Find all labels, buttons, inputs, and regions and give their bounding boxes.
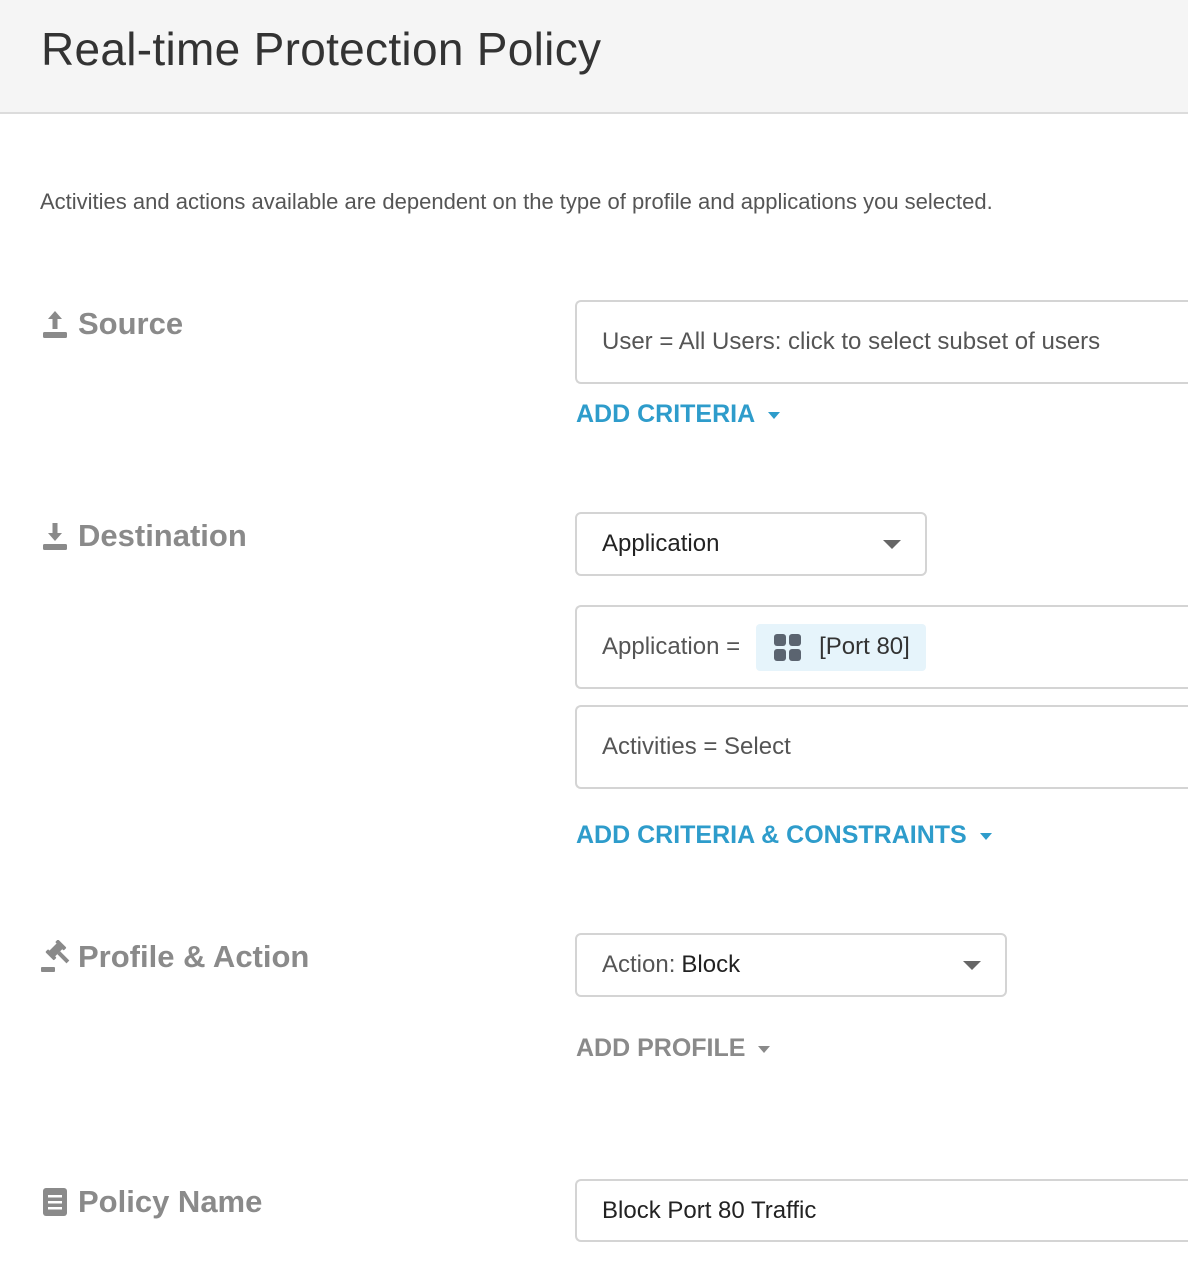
policy-name-input[interactable]: Block Port 80 Traffic [575,1179,1188,1242]
dropdown-caret-icon [963,961,981,970]
destination-type-select[interactable]: Application [575,512,927,576]
profile-action-label-text: Profile & Action [78,939,310,974]
source-add-criteria-text: ADD CRITERIA [576,400,756,428]
destination-add-criteria-link[interactable]: ADD CRITERIA & CONSTRAINTS [576,821,992,850]
chevron-down-icon [768,412,781,419]
destination-application-field[interactable]: Application = [Port 80] [575,605,1188,689]
application-label: Application = [602,633,741,660]
destination-label: Destination [40,518,247,554]
policy-name-value: Block Port 80 Traffic [602,1196,817,1224]
page-title: Real-time Protection Policy [41,23,602,75]
action-prefix: Action: [602,951,676,978]
source-user-text: User = All Users: click to select subset… [602,328,1101,355]
profile-action-label: Profile & Action [40,939,309,975]
activities-text: Activities = Select [602,733,791,760]
source-user-field[interactable]: User = All Users: click to select subset… [575,300,1188,384]
dropdown-caret-icon [883,540,901,549]
intro-text: Activities and actions available are dep… [40,189,993,214]
gavel-icon [40,939,70,974]
action-select[interactable]: Action: Block [575,933,1007,997]
apps-grid-icon [774,633,802,661]
application-chip[interactable]: [Port 80] [756,623,926,671]
source-label: Source [40,306,183,342]
chevron-down-icon [979,833,992,840]
upload-icon [40,307,70,341]
page-header: Real-time Protection Policy [0,0,1188,114]
destination-add-criteria-text: ADD CRITERIA & CONSTRAINTS [576,821,967,849]
chevron-down-icon [758,1046,771,1053]
action-value: Block [681,951,741,978]
download-icon [40,519,70,553]
add-profile-link[interactable]: ADD PROFILE [576,1034,771,1063]
source-label-text: Source [78,306,184,341]
application-chip-text: [Port 80] [819,633,910,660]
destination-type-value: Application [602,530,720,557]
document-icon [40,1185,70,1219]
policy-name-label: Policy Name [40,1184,262,1220]
policy-name-label-text: Policy Name [78,1184,263,1219]
add-profile-text: ADD PROFILE [576,1034,746,1062]
destination-label-text: Destination [78,518,247,553]
source-add-criteria-link[interactable]: ADD CRITERIA [576,400,781,429]
destination-activities-field[interactable]: Activities = Select [575,705,1188,789]
